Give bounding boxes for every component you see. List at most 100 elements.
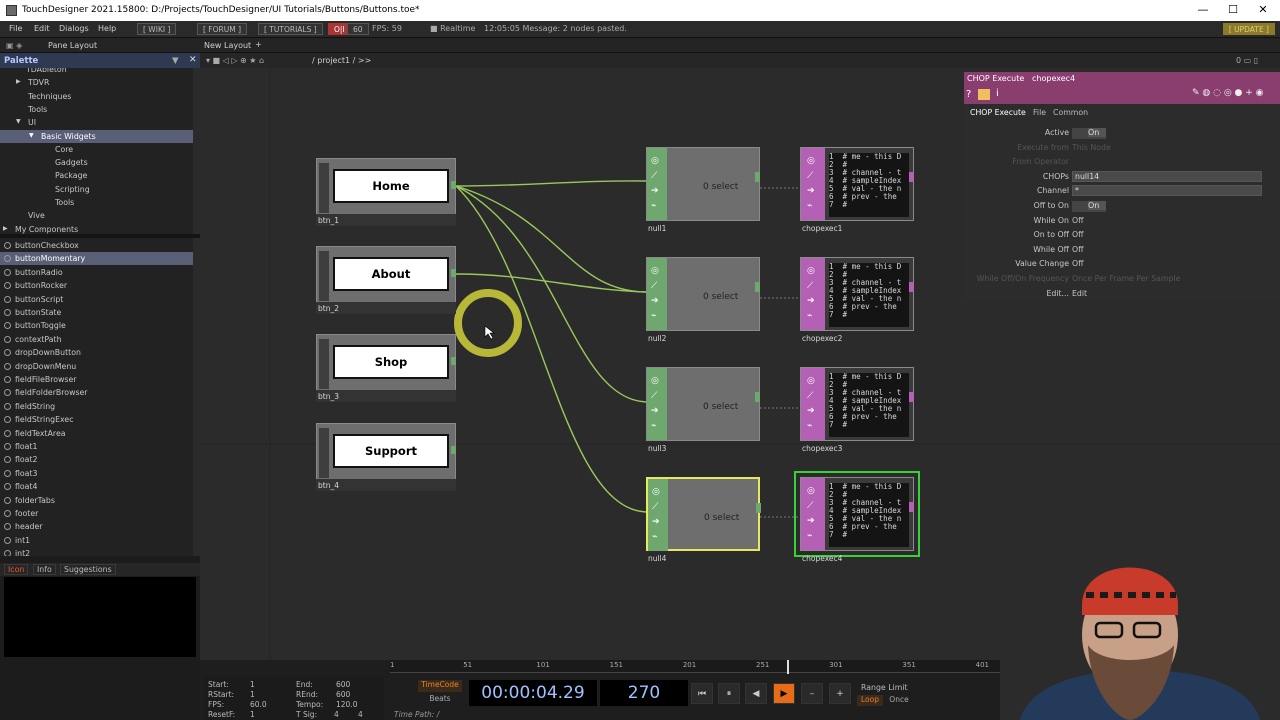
param-value[interactable]: Off bbox=[1072, 230, 1084, 239]
dat-flag-icons[interactable]: ◎ ⟋ ➔ ⌁ bbox=[807, 154, 815, 214]
button-face[interactable]: Home bbox=[333, 169, 449, 203]
menu-dialogs[interactable]: Dialogs bbox=[59, 24, 89, 33]
tree-item[interactable]: ▼ Basic Widgets bbox=[0, 129, 193, 143]
chop-flag-icons[interactable]: ◎ ⟋ ➔ ⌁ bbox=[651, 154, 659, 214]
param-field[interactable]: * bbox=[1072, 185, 1262, 197]
param-tab[interactable]: CHOP Execute bbox=[970, 108, 1026, 117]
tree-scrollbar[interactable] bbox=[193, 68, 200, 234]
null-chop-node[interactable]: ◎ ⟋ ➔ ⌁ 0 select bbox=[646, 477, 761, 551]
tempo-value[interactable]: 120.0 bbox=[336, 700, 357, 709]
list-item[interactable]: buttonMomentary bbox=[0, 252, 193, 266]
tree-item[interactable]: Vive bbox=[0, 209, 193, 222]
param-tab[interactable]: Common bbox=[1053, 108, 1088, 117]
output-connector[interactable] bbox=[451, 181, 456, 189]
new-layout-label[interactable]: New Layout bbox=[204, 41, 251, 50]
beats-mode-button[interactable]: Beats bbox=[418, 694, 462, 706]
param-op-name[interactable]: chopexec4 bbox=[1032, 74, 1075, 83]
loop-button[interactable]: Loop bbox=[857, 695, 883, 706]
play-button[interactable]: ▶ bbox=[773, 683, 795, 704]
list-item[interactable]: float2 bbox=[0, 453, 193, 466]
chop-execute-node[interactable]: ◎ ⟋ ➔ ⌁ 1 # me - this D 2 # 3 # channel - t … bbox=[800, 367, 914, 441]
tree-item[interactable]: ▼ UI bbox=[0, 116, 193, 129]
menu-help[interactable]: Help bbox=[98, 24, 116, 33]
param-field[interactable]: null14 bbox=[1072, 170, 1262, 182]
step-back-button[interactable]: ◀ bbox=[745, 683, 767, 704]
list-item[interactable]: fieldFileBrowser bbox=[0, 373, 193, 386]
list-item[interactable]: int2 bbox=[0, 547, 193, 556]
list-item[interactable]: buttonScript bbox=[0, 293, 193, 306]
output-connector[interactable] bbox=[909, 282, 914, 292]
close-window-button[interactable]: ✕ bbox=[1248, 3, 1278, 16]
timecode-mode-button[interactable]: TimeCode bbox=[418, 680, 462, 692]
param-toggle[interactable]: On bbox=[1072, 128, 1106, 139]
output-connector[interactable] bbox=[451, 446, 456, 454]
button-comp-node[interactable]: Support bbox=[316, 423, 456, 481]
tree-item[interactable]: ▶ TDVR bbox=[0, 76, 193, 89]
button-comp-node[interactable]: Home bbox=[316, 158, 456, 216]
param-value[interactable]: Off bbox=[1072, 245, 1084, 254]
tab-info[interactable]: Info bbox=[33, 564, 56, 575]
null-chop-node[interactable]: ◎ ⟋ ➔ ⌁ 0 select bbox=[646, 257, 760, 331]
node-name[interactable]: null3 bbox=[648, 444, 666, 453]
tab-suggestions[interactable]: Suggestions bbox=[60, 564, 116, 575]
list-item[interactable]: buttonRadio bbox=[0, 266, 193, 279]
rend-value[interactable]: 600 bbox=[336, 690, 350, 699]
button-face[interactable]: About bbox=[333, 257, 449, 291]
node-name[interactable]: btn_4 bbox=[318, 481, 339, 490]
null-chop-node[interactable]: ◎ ⟋ ➔ ⌁ 0 select bbox=[646, 147, 760, 221]
list-item[interactable]: dropDownMenu bbox=[0, 360, 193, 373]
tree-item[interactable]: TDAbleton bbox=[0, 68, 193, 76]
tree-expand-icon[interactable]: ▶ bbox=[3, 225, 8, 232]
tree-expand-icon[interactable]: ▼ bbox=[16, 118, 21, 125]
tree-item[interactable]: Package bbox=[0, 169, 193, 182]
dat-flag-icons[interactable]: ◎ ⟋ ➔ ⌁ bbox=[807, 264, 815, 324]
tree-expand-icon[interactable]: ▼ bbox=[29, 132, 34, 139]
node-name[interactable]: chopexec2 bbox=[802, 334, 842, 343]
tab-icon[interactable]: Icon bbox=[4, 564, 29, 575]
network-path[interactable]: / project1 / >> bbox=[312, 56, 371, 65]
list-item[interactable]: fieldFolderBrowser bbox=[0, 386, 193, 399]
node-name[interactable]: null4 bbox=[648, 554, 666, 563]
help-icon[interactable]: ? bbox=[966, 89, 971, 100]
button-face[interactable]: Support bbox=[333, 434, 449, 468]
list-item[interactable]: buttonToggle bbox=[0, 319, 193, 332]
param-value[interactable]: Off bbox=[1072, 259, 1084, 268]
tree-item[interactable]: Gadgets bbox=[0, 156, 193, 169]
maximize-button[interactable]: ☐ bbox=[1218, 3, 1248, 16]
node-name[interactable]: chopexec3 bbox=[802, 444, 842, 453]
tree-item[interactable]: ▶ My Components bbox=[0, 223, 193, 234]
realtime-toggle[interactable]: ■ Realtime bbox=[430, 24, 475, 33]
tree-item[interactable]: Scripting bbox=[0, 183, 193, 196]
once-button[interactable]: Once bbox=[886, 695, 912, 706]
param-value[interactable]: This Node bbox=[1072, 143, 1111, 152]
list-item[interactable]: buttonState bbox=[0, 306, 193, 319]
pane-layout-label[interactable]: Pane Layout bbox=[48, 41, 97, 50]
output-connector[interactable] bbox=[451, 357, 456, 365]
pause-button[interactable]: ⏸ bbox=[718, 683, 740, 704]
wiki-icon[interactable] bbox=[978, 89, 990, 100]
dat-flag-icons[interactable]: ◎ ⟋ ➔ ⌁ bbox=[807, 484, 815, 544]
chop-flag-icons[interactable]: ◎ ⟋ ➔ ⌁ bbox=[652, 485, 660, 545]
plus-button[interactable]: + bbox=[829, 683, 851, 704]
null-chop-node[interactable]: ◎ ⟋ ➔ ⌁ 0 select bbox=[646, 367, 760, 441]
minimize-button[interactable]: — bbox=[1188, 3, 1218, 16]
tutorials-button[interactable]: [ TUTORIALS ] bbox=[258, 23, 323, 35]
playhead[interactable] bbox=[787, 660, 789, 674]
start-value[interactable]: 1 bbox=[250, 680, 255, 689]
list-item[interactable]: buttonRocker bbox=[0, 279, 193, 292]
output-connector[interactable] bbox=[755, 392, 760, 402]
param-toggle[interactable]: On bbox=[1072, 201, 1106, 212]
goto-start-button[interactable]: ⏮ bbox=[691, 683, 713, 704]
param-value[interactable]: Off bbox=[1072, 216, 1084, 225]
chop-flag-icons[interactable]: ◎ ⟋ ➔ ⌁ bbox=[651, 264, 659, 324]
list-item[interactable]: contextPath bbox=[0, 333, 193, 346]
list-item[interactable]: folderTabs bbox=[0, 494, 193, 507]
node-name[interactable]: btn_3 bbox=[318, 392, 339, 401]
dat-flag-icons[interactable]: ◎ ⟋ ➔ ⌁ bbox=[807, 374, 815, 434]
output-connector[interactable] bbox=[756, 503, 761, 513]
output-connector[interactable] bbox=[451, 269, 456, 277]
tsig-numerator[interactable]: 4 bbox=[334, 710, 339, 719]
tree-item[interactable]: Techniques bbox=[0, 90, 193, 103]
output-connector[interactable] bbox=[909, 172, 914, 182]
menu-file[interactable]: File bbox=[9, 24, 22, 33]
